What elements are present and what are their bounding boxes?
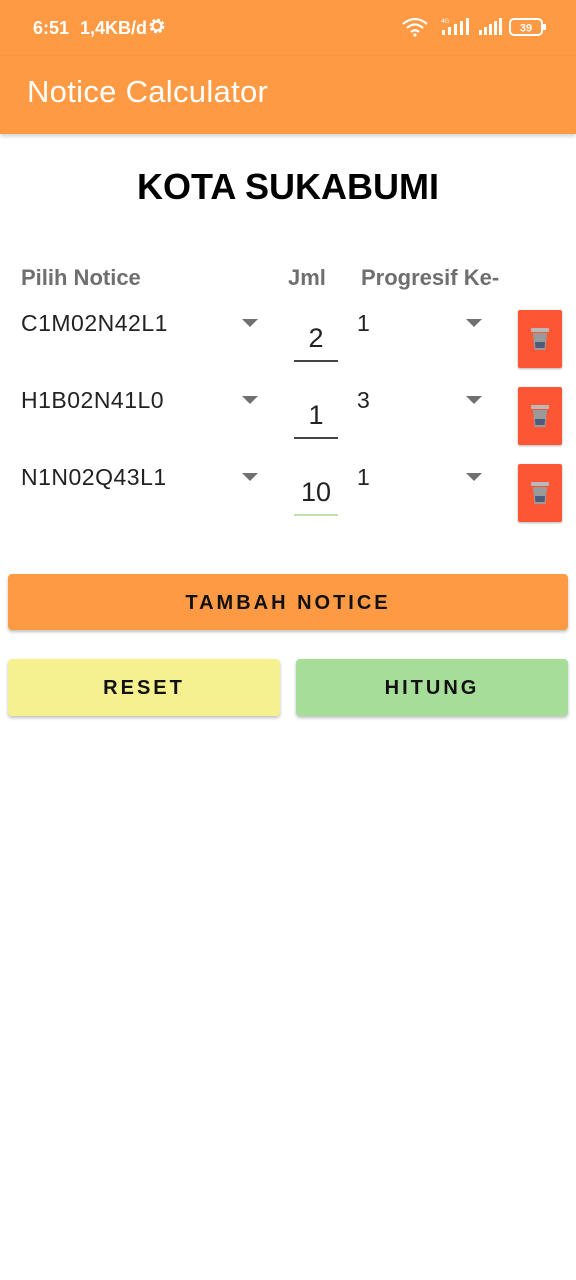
header-jml: Jml — [288, 265, 326, 290]
dropdown-arrow-icon — [242, 319, 258, 327]
jml-input[interactable]: 10 — [294, 472, 338, 516]
notice-select-value: N1N02Q43L1 — [21, 464, 167, 490]
notice-select[interactable]: H1B02N41L0 — [21, 387, 266, 431]
delete-row-button[interactable] — [518, 387, 562, 445]
progresif-select[interactable]: 3 — [357, 387, 493, 431]
signal-icon — [479, 18, 502, 35]
notice-select[interactable]: N1N02Q43L1 — [21, 464, 266, 508]
settings-gear-icon — [149, 18, 165, 34]
wifi-icon — [402, 17, 428, 37]
svg-text:4G: 4G — [441, 19, 449, 25]
status-net-speed: 1,4KB/d — [80, 18, 148, 38]
tambah-notice-button[interactable]: TAMBAH NOTICE — [8, 574, 568, 630]
hitung-button[interactable]: HITUNG — [296, 659, 568, 716]
trash-icon — [531, 328, 549, 350]
header-pilih-notice: Pilih Notice — [21, 265, 141, 290]
status-time: 6:51 — [33, 18, 70, 38]
battery-level: 39 — [520, 23, 532, 35]
progresif-select-value: 3 — [357, 387, 370, 413]
dropdown-arrow-icon — [466, 319, 482, 327]
reset-button[interactable]: RESET — [8, 659, 280, 716]
progresif-select-value: 1 — [357, 464, 370, 490]
dropdown-arrow-icon — [242, 473, 258, 481]
app-title: Notice Calculator — [27, 74, 269, 109]
delete-row-button[interactable] — [518, 310, 562, 368]
city-title: KOTA SUKABUMI — [137, 166, 439, 207]
signal-4g-icon: 4G — [441, 18, 469, 35]
dropdown-arrow-icon — [466, 473, 482, 481]
trash-icon — [531, 482, 549, 504]
notice-select[interactable]: C1M02N42L1 — [21, 310, 266, 354]
app-bar: Notice Calculator — [0, 56, 576, 134]
notice-row: H1B02N41L0 1 3 — [0, 387, 576, 465]
dropdown-arrow-icon — [242, 396, 258, 404]
header-progresif: Progresif Ke- — [361, 265, 500, 290]
progresif-select[interactable]: 1 — [357, 310, 493, 354]
notice-select-value: H1B02N41L0 — [21, 387, 165, 413]
delete-row-button[interactable] — [518, 464, 562, 522]
notice-row: C1M02N42L1 2 1 — [0, 310, 576, 388]
trash-icon — [531, 405, 549, 427]
notice-select-value: C1M02N42L1 — [21, 310, 168, 336]
status-bar: 6:51 1,4KB/d 4G 39 — [0, 0, 576, 56]
progresif-select[interactable]: 1 — [357, 464, 493, 508]
jml-input[interactable]: 1 — [294, 395, 338, 439]
battery-icon: 39 — [509, 18, 546, 36]
progresif-select-value: 1 — [357, 310, 370, 336]
notice-row: N1N02Q43L1 10 1 — [0, 464, 576, 542]
dropdown-arrow-icon — [466, 396, 482, 404]
jml-input[interactable]: 2 — [294, 318, 338, 362]
